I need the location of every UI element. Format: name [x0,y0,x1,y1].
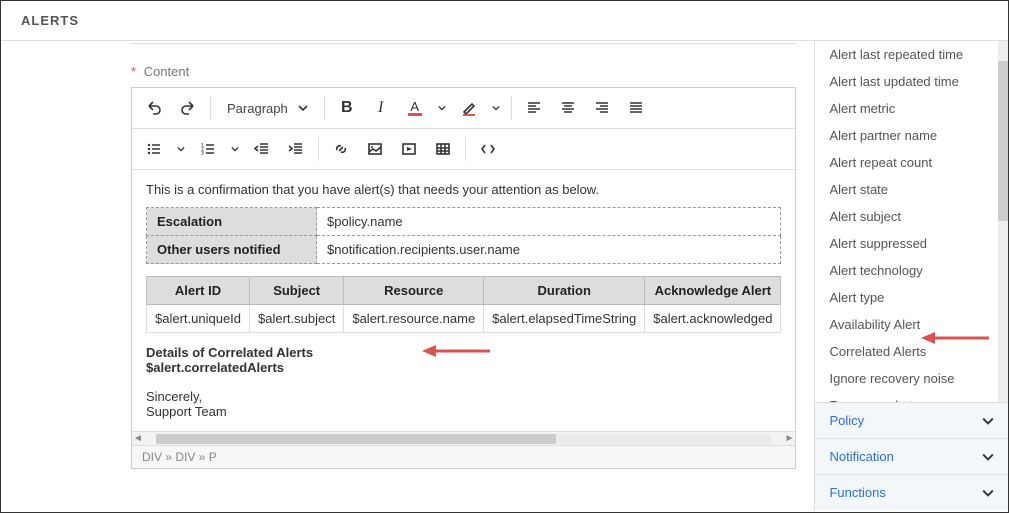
variable-item[interactable]: Alert repeat count [815,149,1008,176]
bullet-list-dropdown[interactable] [172,133,190,165]
meta-label: Other users notified [147,236,317,264]
signoff-line2: Support Team [146,404,781,419]
rich-text-editor: Paragraph B I A [131,87,796,469]
horizontal-scrollbar[interactable]: ◄ ► [132,431,795,445]
variable-item[interactable]: Alert type [815,284,1008,311]
required-marker: * [131,64,136,79]
highlight-button[interactable] [453,92,485,124]
svg-text:3: 3 [201,151,204,157]
scroll-right-arrow-icon[interactable]: ► [783,433,795,444]
block-format-select[interactable]: Paragraph [217,97,318,120]
variables-list[interactable]: Alert last repeated time Alert last upda… [815,41,1008,402]
numbered-list-dropdown[interactable] [226,133,244,165]
block-format-label: Paragraph [227,101,288,116]
toolbar-separator [210,96,211,120]
cell: $alert.uniqueId [147,305,250,333]
variable-item[interactable]: Alert metric [815,95,1008,122]
variable-item[interactable]: Alert partner name [815,122,1008,149]
variables-sidebar: Alert last repeated time Alert last upda… [814,41,1008,510]
alert-table: Alert ID Subject Resource Duration Ackno… [146,276,781,333]
panel-label: Notification [829,449,893,464]
variable-item[interactable]: Alert last repeated time [815,41,1008,68]
page-header: ALERTS [1,1,1008,41]
meta-table: Escalation $policy.name Other users noti… [146,207,781,264]
variable-item[interactable]: Alert state [815,176,1008,203]
breadcrumb-text: DIV » DIV » P [142,450,217,464]
table-header-row: Alert ID Subject Resource Duration Ackno… [147,277,781,305]
bullet-list-button[interactable] [138,133,170,165]
table-row: Other users notified $notification.recip… [147,236,781,264]
indent-button[interactable] [280,133,312,165]
variable-item[interactable]: Ignore recovery noise [815,365,1008,392]
bold-button[interactable]: B [331,92,363,124]
cell: $alert.elapsedTimeString [484,305,645,333]
align-center-button[interactable] [552,92,584,124]
panel-notification[interactable]: Notification [815,438,1008,474]
redo-button[interactable] [172,92,204,124]
toolbar-separator [324,96,325,120]
variable-item[interactable]: Recovery alert [815,392,1008,402]
details-heading: Details of Correlated Alerts [146,345,781,360]
variable-item[interactable]: Alert subject [815,203,1008,230]
highlight-dropdown[interactable] [487,92,505,124]
numbered-list-button[interactable]: 123 [192,133,224,165]
chevron-down-icon [982,415,994,427]
toolbar-separator [318,137,319,161]
variable-item[interactable]: Alert last updated time [815,68,1008,95]
intro-text: This is a confirmation that you have ale… [146,182,781,197]
col-header: Resource [344,277,484,305]
cell: $alert.resource.name [344,305,484,333]
meta-value: $notification.recipients.user.name [317,236,781,264]
chevron-down-icon [298,103,308,113]
panel-label: Functions [829,485,885,500]
align-justify-button[interactable] [620,92,652,124]
source-code-button[interactable] [472,133,504,165]
variable-item[interactable]: Availability Alert [815,311,1008,338]
toolbar-row-2: 123 [132,129,795,170]
media-button[interactable] [393,133,425,165]
italic-button[interactable]: I [365,92,397,124]
meta-value: $policy.name [317,208,781,236]
toolbar-separator [465,137,466,161]
toolbar-separator [511,96,512,120]
chevron-down-icon [982,487,994,499]
col-header: Acknowledge Alert [645,277,781,305]
correlated-alerts-var: $alert.correlatedAlerts [146,360,781,375]
page-title: ALERTS [21,13,79,28]
link-button[interactable] [325,133,357,165]
panel-label: Policy [829,413,864,428]
panel-policy[interactable]: Policy [815,402,1008,438]
chevron-down-icon [982,451,994,463]
table-row: $alert.uniqueId $alert.subject $alert.re… [147,305,781,333]
signoff-line1: Sincerely, [146,389,781,404]
scroll-left-arrow-icon[interactable]: ◄ [132,433,144,444]
image-button[interactable] [359,133,391,165]
content-label-text: Content [144,64,190,79]
variable-item-correlated-alerts[interactable]: Correlated Alerts [815,338,1008,365]
editor-content[interactable]: This is a confirmation that you have ale… [132,170,795,431]
col-header: Alert ID [147,277,250,305]
col-header: Duration [484,277,645,305]
variable-item[interactable]: Alert suppressed [815,230,1008,257]
col-header: Subject [250,277,344,305]
panel-functions[interactable]: Functions [815,474,1008,510]
undo-button[interactable] [138,92,170,124]
variable-item[interactable]: Alert technology [815,257,1008,284]
content-field-label: * Content [131,44,796,87]
signoff: Sincerely, Support Team [146,389,781,419]
cell: $alert.subject [250,305,344,333]
table-button[interactable] [427,133,459,165]
meta-label: Escalation [147,208,317,236]
element-path-breadcrumb[interactable]: DIV » DIV » P [132,445,795,468]
text-color-dropdown[interactable] [433,92,451,124]
text-color-button[interactable]: A [399,92,431,124]
table-row: Escalation $policy.name [147,208,781,236]
align-left-button[interactable] [518,92,550,124]
toolbar-row-1: Paragraph B I A [132,88,795,129]
vertical-scrollbar[interactable] [998,41,1008,402]
cell: $alert.acknowledged [645,305,781,333]
align-right-button[interactable] [586,92,618,124]
outdent-button[interactable] [246,133,278,165]
